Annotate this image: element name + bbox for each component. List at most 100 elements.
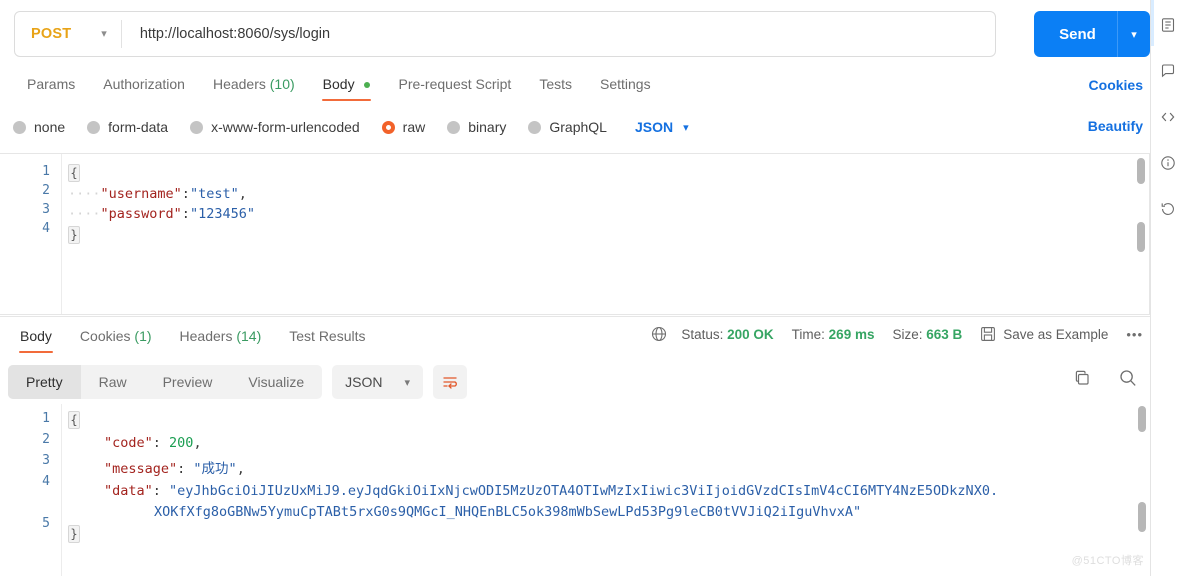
method-selector[interactable]: POST ▾ bbox=[15, 12, 107, 56]
tab-count: (10) bbox=[269, 76, 295, 92]
time-value: 269 ms bbox=[828, 326, 875, 342]
response-tab-test-results[interactable]: Test Results bbox=[275, 322, 379, 353]
fold-marker[interactable]: { bbox=[68, 411, 80, 429]
json-string-value: "123456" bbox=[189, 206, 255, 222]
body-type-label: none bbox=[34, 119, 66, 135]
tab-pre-request-script[interactable]: Pre-request Script bbox=[384, 70, 525, 101]
body-type-form-data[interactable]: form-data bbox=[87, 119, 168, 135]
wrap-lines-button[interactable] bbox=[433, 365, 468, 399]
body-type-none[interactable]: none bbox=[13, 119, 65, 135]
json-comma: , bbox=[236, 461, 245, 477]
response-tab-body[interactable]: Body bbox=[6, 322, 66, 353]
tab-settings[interactable]: Settings bbox=[586, 70, 665, 101]
response-body-editor[interactable]: 1 2 3 4 5 { "code": 200, "message": "成功"… bbox=[0, 404, 1150, 576]
size-badge: Size: 663 B bbox=[892, 327, 962, 342]
json-comma: , bbox=[238, 186, 247, 202]
status-label: Status: bbox=[681, 326, 724, 342]
send-button[interactable]: Send bbox=[1034, 26, 1117, 43]
tab-headers[interactable]: Headers (10) bbox=[199, 70, 309, 101]
code-line: ····"username":"test", bbox=[62, 186, 1149, 202]
fold-marker[interactable]: { bbox=[68, 164, 80, 182]
response-tabs: Body Cookies (1) Headers (14) Test Resul… bbox=[0, 322, 380, 354]
size-label: Size: bbox=[892, 326, 923, 342]
active-rail-indicator bbox=[1151, 0, 1154, 46]
response-divider bbox=[0, 316, 1150, 317]
line-number: 4 bbox=[42, 474, 50, 489]
info-circle-icon[interactable] bbox=[1155, 150, 1181, 176]
code-snippet-icon[interactable] bbox=[1155, 104, 1181, 130]
beautify-link[interactable]: Beautify bbox=[1088, 118, 1143, 134]
search-icon[interactable] bbox=[1118, 368, 1138, 393]
save-icon[interactable] bbox=[980, 326, 996, 342]
json-key: "code" bbox=[104, 435, 153, 451]
url-input[interactable]: http://localhost:8060/sys/login bbox=[122, 26, 330, 42]
radio-icon bbox=[528, 120, 542, 134]
response-format-selector[interactable]: JSON ▾ bbox=[332, 365, 424, 399]
tab-label: Headers bbox=[212, 76, 266, 92]
code-line: ····"password":"123456" bbox=[62, 206, 1149, 222]
raw-format-selector[interactable]: JSON ▾ bbox=[635, 119, 689, 135]
tab-label: Headers bbox=[179, 328, 233, 344]
status-value: 200 OK bbox=[727, 326, 774, 342]
view-mode-preview[interactable]: Preview bbox=[145, 365, 231, 399]
tab-label: Body bbox=[20, 328, 52, 344]
scrollbar-thumb-secondary[interactable] bbox=[1137, 222, 1145, 252]
body-type-binary[interactable]: binary bbox=[447, 119, 506, 135]
json-key: "data" bbox=[104, 483, 153, 499]
body-type-row: none form-data x-www-form-urlencoded raw… bbox=[13, 112, 689, 142]
scrollbar-thumb[interactable] bbox=[1138, 406, 1146, 432]
tab-authorization[interactable]: Authorization bbox=[89, 70, 199, 101]
documentation-icon[interactable] bbox=[1155, 12, 1181, 38]
code-line: { bbox=[62, 164, 1149, 182]
json-string-value: "test" bbox=[189, 186, 239, 202]
code-line: } bbox=[62, 226, 1149, 244]
tab-body[interactable]: Body bbox=[309, 70, 385, 101]
method-label: POST bbox=[31, 26, 72, 42]
fold-marker[interactable]: } bbox=[68, 525, 80, 543]
response-editor-scrollbar[interactable] bbox=[1138, 406, 1146, 574]
body-type-graphql[interactable]: GraphQL bbox=[528, 119, 607, 135]
more-options-icon[interactable]: ••• bbox=[1126, 327, 1143, 342]
line-number: 1 bbox=[42, 411, 50, 426]
response-tools bbox=[1073, 368, 1138, 393]
view-mode-group: Pretty Raw Preview Visualize bbox=[8, 365, 323, 399]
indent-guides: ···· bbox=[68, 186, 101, 202]
save-as-example-button[interactable]: Save as Example bbox=[1003, 327, 1108, 342]
body-type-x-www-form-urlencoded[interactable]: x-www-form-urlencoded bbox=[190, 119, 360, 135]
view-mode-visualize[interactable]: Visualize bbox=[230, 365, 322, 399]
comments-icon[interactable] bbox=[1155, 58, 1181, 84]
tab-label: Cookies bbox=[79, 328, 131, 344]
postman-window: POST ▾ http://localhost:8060/sys/login S… bbox=[0, 0, 1184, 576]
scrollbar-thumb-secondary[interactable] bbox=[1138, 502, 1146, 532]
response-code-area[interactable]: { "code": 200, "message": "成功", "data": … bbox=[62, 404, 1150, 576]
request-body-editor[interactable]: 1 2 3 4 { ····"username":"test", ····"pa… bbox=[0, 153, 1150, 315]
json-key: "username" bbox=[100, 186, 182, 202]
scrollbar-thumb[interactable] bbox=[1137, 158, 1145, 184]
view-mode-raw[interactable]: Raw bbox=[81, 365, 145, 399]
fold-marker[interactable]: } bbox=[68, 226, 80, 244]
line-number: 3 bbox=[42, 453, 50, 468]
cookies-link[interactable]: Cookies bbox=[1089, 77, 1143, 93]
radio-icon bbox=[447, 120, 461, 134]
time-badge: Time: 269 ms bbox=[792, 327, 875, 342]
radio-icon bbox=[13, 120, 26, 134]
history-icon[interactable] bbox=[1155, 196, 1181, 222]
copy-icon[interactable] bbox=[1073, 369, 1092, 393]
response-format-label: JSON bbox=[345, 374, 383, 390]
response-tab-headers[interactable]: Headers (14) bbox=[166, 322, 276, 353]
request-line-number-gutter: 1 2 3 4 bbox=[0, 154, 62, 314]
tab-tests[interactable]: Tests bbox=[525, 70, 586, 101]
request-editor-scrollbar[interactable] bbox=[1137, 158, 1145, 312]
body-type-raw[interactable]: raw bbox=[381, 119, 425, 135]
response-tab-cookies[interactable]: Cookies (1) bbox=[66, 322, 166, 353]
request-code-area[interactable]: { ····"username":"test", ····"password":… bbox=[62, 154, 1149, 314]
line-number: 2 bbox=[42, 183, 50, 198]
json-key: "message" bbox=[104, 461, 178, 477]
tab-label: Authorization bbox=[103, 76, 185, 92]
tab-label: Pre-request Script bbox=[398, 76, 512, 92]
tab-params[interactable]: Params bbox=[13, 70, 89, 101]
view-mode-pretty[interactable]: Pretty bbox=[8, 365, 81, 399]
json-colon: : bbox=[177, 461, 194, 477]
body-type-label: GraphQL bbox=[549, 119, 607, 135]
send-options-chevron-down-icon[interactable]: ▾ bbox=[1118, 28, 1150, 41]
